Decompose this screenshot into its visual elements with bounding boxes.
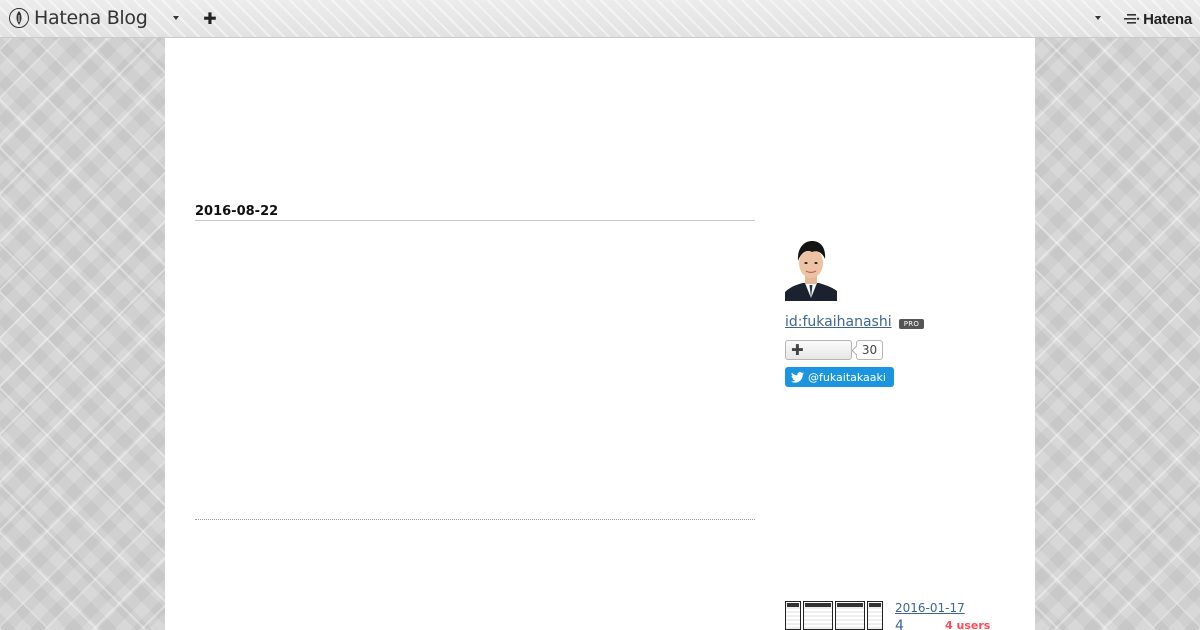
hatena-blog-pen-icon (9, 8, 29, 28)
blog-container: 2016-08-22 id:fukaihanashi PRO ✚ 30 @fuk… (165, 38, 1035, 630)
entry-separator (195, 519, 755, 520)
sidebar: id:fukaihanashi PRO ✚ 30 @fukaitakaaki 2… (785, 38, 1015, 630)
thumbnail-panel (867, 601, 883, 630)
thumbnail-panel (785, 601, 801, 630)
thumbnail-panel (803, 601, 833, 630)
archive-entry-thumbnail[interactable] (785, 601, 885, 630)
profile-avatar[interactable] (785, 236, 837, 301)
main-content: 2016-08-22 (195, 38, 755, 630)
global-header: Hatena Blog ✚ Hatena (0, 0, 1200, 38)
entry-date-link[interactable]: 2016-08-22 (195, 204, 278, 220)
hatena-mark-icon (1124, 14, 1140, 24)
plus-icon: ✚ (791, 340, 804, 359)
new-entry-plus-icon[interactable]: ✚ (202, 9, 218, 28)
subscriber-count: 30 (856, 340, 883, 360)
blog-menu-chevron-down-icon[interactable] (171, 12, 181, 24)
brand-name: Hatena Blog (34, 7, 148, 29)
hatena-wordmark: Hatena (1143, 10, 1192, 28)
twitter-bird-icon (791, 371, 804, 383)
user-menu-chevron-down-icon[interactable] (1093, 12, 1103, 24)
thumbnail-panel (835, 601, 865, 630)
subscribe-button[interactable]: ✚ (785, 340, 852, 360)
pro-badge: PRO (899, 319, 924, 329)
bookmark-users-count[interactable]: 4 users (945, 620, 990, 630)
twitter-handle: @fukaitakaaki (808, 370, 886, 384)
hatena-blog-logo-link[interactable]: Hatena Blog (9, 6, 148, 30)
entry-date-header: 2016-08-22 (195, 200, 755, 221)
twitter-follow-button[interactable]: @fukaitakaaki (785, 367, 894, 387)
profile-id-link[interactable]: id:fukaihanashi (785, 314, 892, 330)
archive-entry-date-link[interactable]: 2016-01-17 (895, 601, 965, 615)
archive-entry-title-link[interactable]: 4 (895, 618, 904, 630)
hatena-logo-link[interactable]: Hatena (1124, 8, 1192, 30)
